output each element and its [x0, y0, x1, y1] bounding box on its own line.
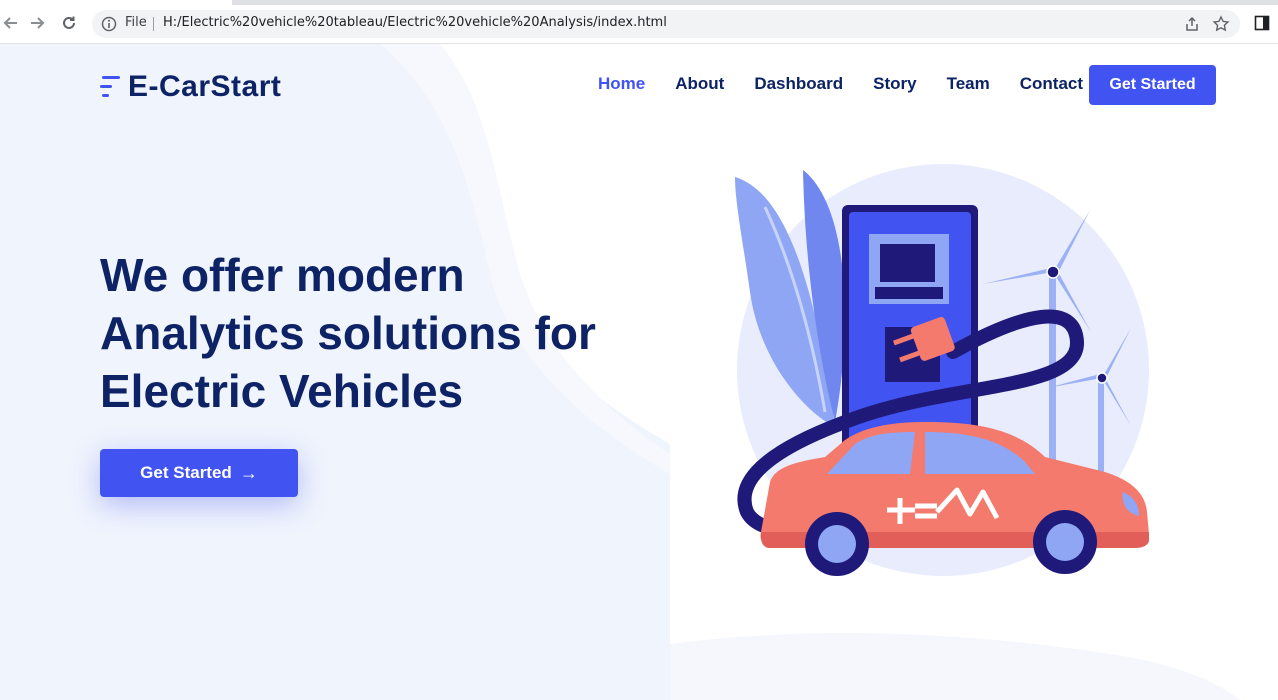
reload-icon[interactable] — [58, 12, 80, 34]
nav-link-about[interactable]: About — [675, 74, 724, 94]
nav-link-home[interactable]: Home — [598, 74, 645, 94]
hero-title-line-2: Analytics solutions for — [100, 307, 596, 359]
address-bar[interactable]: File H:/Electric%20vehicle%20tableau/Ele… — [92, 10, 1240, 38]
arrow-left-icon[interactable] — [0, 12, 22, 34]
arrow-right-icon[interactable] — [26, 12, 48, 34]
web-page: E-CarStart Home About Dashboard Story Te… — [0, 44, 1278, 700]
turbine-2-hub — [1096, 372, 1108, 384]
info-icon[interactable] — [101, 16, 117, 32]
main-nav: Home About Dashboard Story Team Contact — [598, 74, 1113, 94]
arrow-right-icon: → — [239, 462, 258, 483]
nav-link-contact[interactable]: Contact — [1020, 74, 1083, 94]
share-icon[interactable] — [1184, 16, 1200, 32]
tab-strip — [232, 0, 1278, 5]
star-icon[interactable] — [1212, 15, 1230, 33]
station-screen-bar — [875, 287, 943, 299]
scheme-label: File — [125, 15, 147, 30]
nav-link-team[interactable]: Team — [947, 74, 990, 94]
wheel-rear-hub — [1046, 523, 1084, 561]
address-divider — [153, 17, 154, 31]
site-logo[interactable]: E-CarStart — [100, 70, 282, 103]
header-get-started-button[interactable]: Get Started — [1089, 65, 1216, 105]
nav-link-dashboard[interactable]: Dashboard — [754, 74, 843, 94]
hero-get-started-button[interactable]: Get Started → — [100, 449, 298, 497]
hero-cta-label: Get Started — [140, 463, 232, 482]
hero-title-line-1: We offer modern — [100, 249, 465, 301]
hero-title-line-3: Electric Vehicles — [100, 365, 464, 417]
ev-charging-illustration — [735, 164, 1149, 576]
nav-link-story[interactable]: Story — [873, 74, 916, 94]
wheel-front-hub — [818, 525, 856, 563]
menu-lines-logo-icon — [100, 76, 120, 97]
hero-title: We offer modern Analytics solutions for … — [100, 246, 660, 420]
turbine-1-hub — [1046, 265, 1060, 279]
station-screen — [880, 244, 935, 282]
logo-text: E-CarStart — [128, 70, 282, 103]
browser-toolbar: File H:/Electric%20vehicle%20tableau/Ele… — [0, 0, 1278, 44]
url-text[interactable]: H:/Electric%20vehicle%20tableau/Electric… — [163, 15, 667, 30]
side-panel-icon[interactable] — [1254, 15, 1270, 31]
